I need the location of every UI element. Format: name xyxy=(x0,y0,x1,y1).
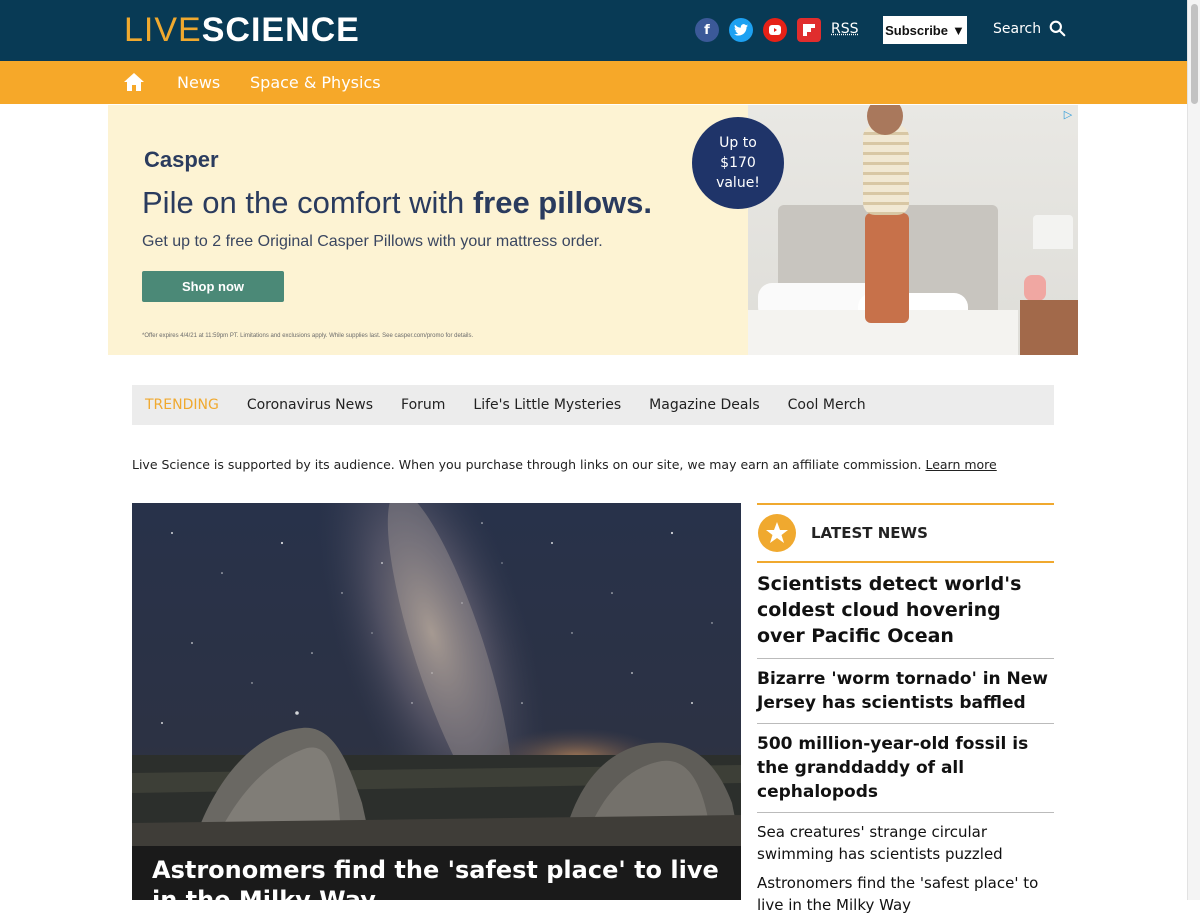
ad-headline-bold: free pillows. xyxy=(472,185,652,220)
casper-ad[interactable]: Up to $170 value! Casper Pile on the com… xyxy=(108,105,1078,355)
ad-headline-regular: Pile on the comfort with xyxy=(142,185,473,220)
scrollbar-thumb[interactable] xyxy=(1191,4,1198,104)
flipboard-icon[interactable] xyxy=(797,18,821,42)
social-links: f xyxy=(695,18,821,42)
twitter-icon[interactable] xyxy=(729,18,753,42)
ad-subhead: Get up to 2 free Original Casper Pillows… xyxy=(142,233,603,250)
ad-headline: Pile on the comfort with free pillows. xyxy=(142,185,652,221)
search-icon xyxy=(1049,20,1066,37)
trending-item-magazine[interactable]: Magazine Deals xyxy=(649,397,759,413)
disclosure-text: Live Science is supported by its audienc… xyxy=(132,457,926,472)
trending-bar: TRENDING Coronavirus News Forum Life's L… xyxy=(132,385,1054,425)
news-item[interactable]: Scientists detect world's coldest cloud … xyxy=(757,563,1054,659)
trending-item-mysteries[interactable]: Life's Little Mysteries xyxy=(473,397,621,413)
latest-news-label: LATEST NEWS xyxy=(811,524,928,542)
news-item[interactable]: Astronomers find the 'safest place' to l… xyxy=(757,872,1054,923)
subscribe-button[interactable]: Subscribe ▼ xyxy=(883,16,967,44)
star-icon xyxy=(758,514,796,552)
news-item[interactable]: Sea creatures' strange circular swimming… xyxy=(757,813,1054,872)
ad-choices-icon[interactable]: ▷ xyxy=(1060,107,1076,121)
logo-science: SCIENCE xyxy=(201,11,360,49)
trending-item-coronavirus[interactable]: Coronavirus News xyxy=(247,397,373,413)
trending-item-merch[interactable]: Cool Merch xyxy=(788,397,866,413)
hero-title[interactable]: Astronomers find the 'safest place' to l… xyxy=(152,855,722,900)
main-nav: News Space & Physics xyxy=(0,61,1187,104)
latest-news-header: LATEST NEWS xyxy=(757,503,1054,563)
ad-photo xyxy=(748,105,1078,355)
logo-live: LIVE xyxy=(124,11,202,49)
ad-fine-print: *Offer expires 4/4/21 at 11:59pm PT. Lim… xyxy=(142,333,474,339)
shop-now-button[interactable]: Shop now xyxy=(142,271,284,302)
chevron-down-icon: ▼ xyxy=(951,22,965,38)
home-icon[interactable] xyxy=(124,73,144,91)
news-item[interactable]: 500 million-year-old fossil is the grand… xyxy=(757,724,1054,813)
ad-value-badge: Up to $170 value! xyxy=(692,117,784,209)
facebook-icon[interactable]: f xyxy=(695,18,719,42)
trending-item-forum[interactable]: Forum xyxy=(401,397,445,413)
nav-item-news[interactable]: News xyxy=(177,73,220,92)
page-scrollbar[interactable] xyxy=(1187,0,1200,900)
hero-article[interactable]: Astronomers find the 'safest place' to l… xyxy=(132,503,741,900)
search-label: Search xyxy=(993,20,1042,37)
ad-brand: Casper xyxy=(144,147,219,172)
latest-news: LATEST NEWS Scientists detect world's co… xyxy=(757,503,1054,923)
affiliate-disclosure: Live Science is supported by its audienc… xyxy=(132,457,997,472)
site-logo[interactable]: LIVESCIENCE xyxy=(124,13,360,47)
site-header: LIVESCIENCE f RSS Subscribe ▼ Search xyxy=(0,0,1187,61)
rss-link[interactable]: RSS xyxy=(831,21,859,37)
search-button[interactable]: Search xyxy=(993,20,1066,37)
nav-item-space-physics[interactable]: Space & Physics xyxy=(250,73,381,92)
milky-way-image xyxy=(132,503,741,900)
subscribe-label: Subscribe xyxy=(885,22,948,38)
youtube-icon[interactable] xyxy=(763,18,787,42)
learn-more-link[interactable]: Learn more xyxy=(925,457,996,472)
trending-label: TRENDING xyxy=(145,397,219,413)
news-item[interactable]: Bizarre 'worm tornado' in New Jersey has… xyxy=(757,659,1054,724)
